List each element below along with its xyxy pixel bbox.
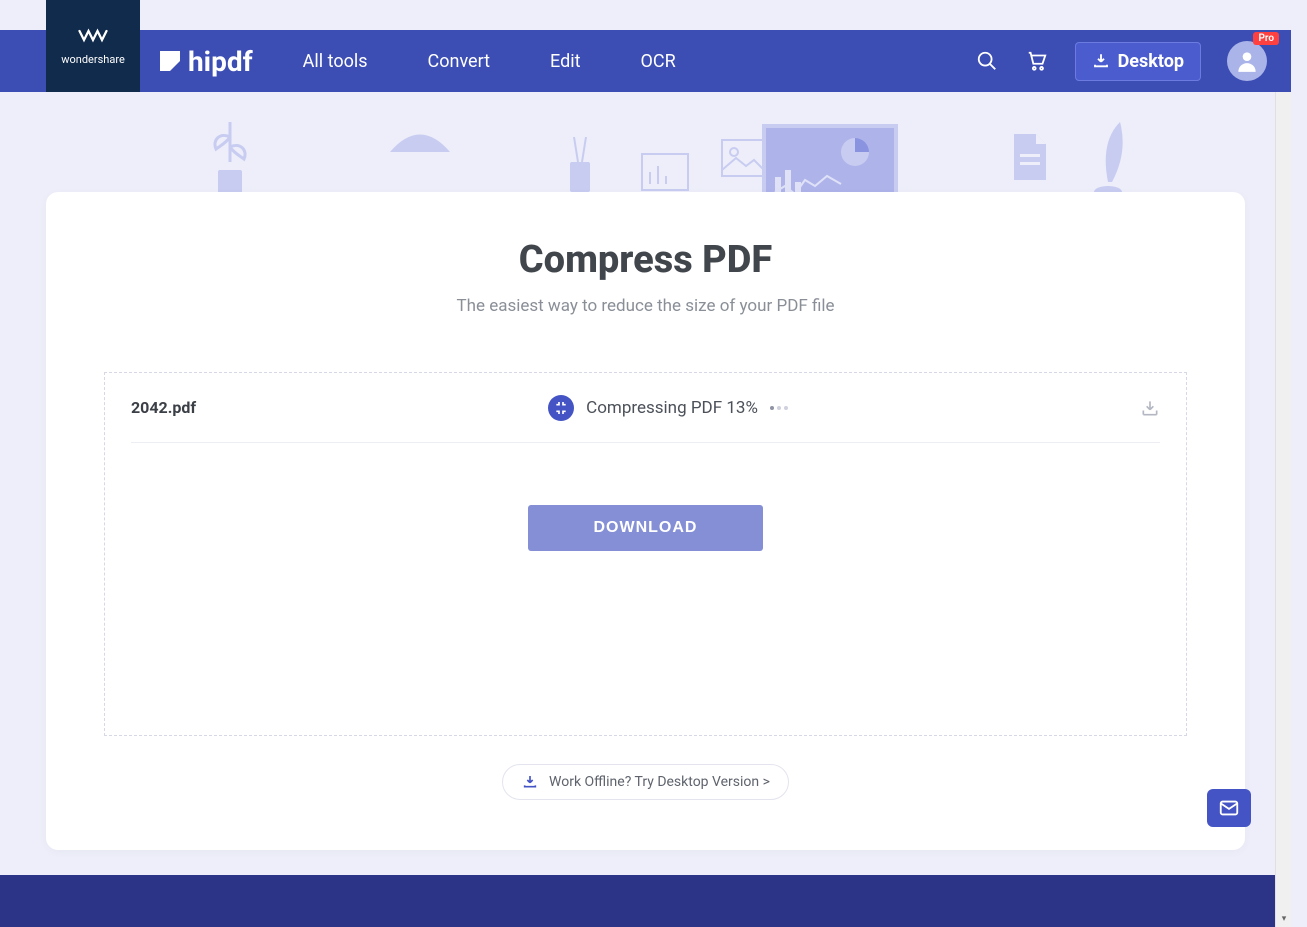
download-icon: [521, 773, 539, 791]
top-navbar: wondershare hipdf All tools Convert Edit…: [0, 30, 1291, 92]
file-row: 2042.pdf Compressing PDF 13%: [131, 373, 1160, 443]
footer-bar: [0, 875, 1275, 927]
main-card: Compress PDF The easiest way to reduce t…: [46, 192, 1245, 850]
scroll-down-arrow-icon[interactable]: ▾: [1276, 911, 1292, 927]
nav-link-ocr[interactable]: OCR: [641, 51, 676, 72]
file-download-icon[interactable]: [1140, 398, 1160, 418]
nav-right: Desktop Pro: [975, 41, 1267, 81]
cart-icon[interactable]: [1025, 49, 1049, 73]
file-status: Compressing PDF 13%: [196, 395, 1140, 421]
offline-chip-label: Work Offline? Try Desktop Version >: [549, 774, 770, 790]
pro-badge: Pro: [1253, 32, 1279, 45]
file-name: 2042.pdf: [131, 398, 196, 417]
wondershare-brand-text: wondershare: [61, 53, 125, 66]
page-title: Compress PDF: [46, 238, 1245, 282]
wondershare-brand[interactable]: wondershare: [46, 0, 140, 92]
loading-dots-icon: [770, 406, 788, 410]
desktop-button-label: Desktop: [1118, 51, 1184, 72]
search-icon[interactable]: [975, 49, 999, 73]
download-icon: [1092, 52, 1110, 70]
mail-icon: [1218, 797, 1240, 819]
nav-links: All tools Convert Edit OCR: [303, 51, 676, 72]
file-status-text: Compressing PDF 13%: [586, 398, 758, 418]
nav-link-all-tools[interactable]: All tools: [303, 51, 368, 72]
nav-link-convert[interactable]: Convert: [428, 51, 491, 72]
download-button[interactable]: DOWNLOAD: [528, 505, 764, 551]
nav-link-edit[interactable]: Edit: [550, 51, 580, 72]
hipdf-logo-text: hipdf: [188, 45, 253, 78]
avatar[interactable]: Pro: [1227, 41, 1267, 81]
scrollbar[interactable]: ▴ ▾: [1275, 30, 1291, 927]
offline-chip[interactable]: Work Offline? Try Desktop Version >: [502, 764, 789, 800]
wondershare-logo-icon: [78, 27, 108, 47]
hipdf-logo[interactable]: hipdf: [160, 45, 253, 78]
chat-button[interactable]: [1207, 789, 1251, 827]
hipdf-logo-icon: [160, 51, 180, 71]
page-subtitle: The easiest way to reduce the size of yo…: [46, 296, 1245, 316]
desktop-button[interactable]: Desktop: [1075, 42, 1201, 81]
avatar-icon: [1234, 48, 1260, 74]
file-dropzone: 2042.pdf Compressing PDF 13% DOWNLOAD: [104, 372, 1187, 736]
compress-icon: [548, 395, 574, 421]
